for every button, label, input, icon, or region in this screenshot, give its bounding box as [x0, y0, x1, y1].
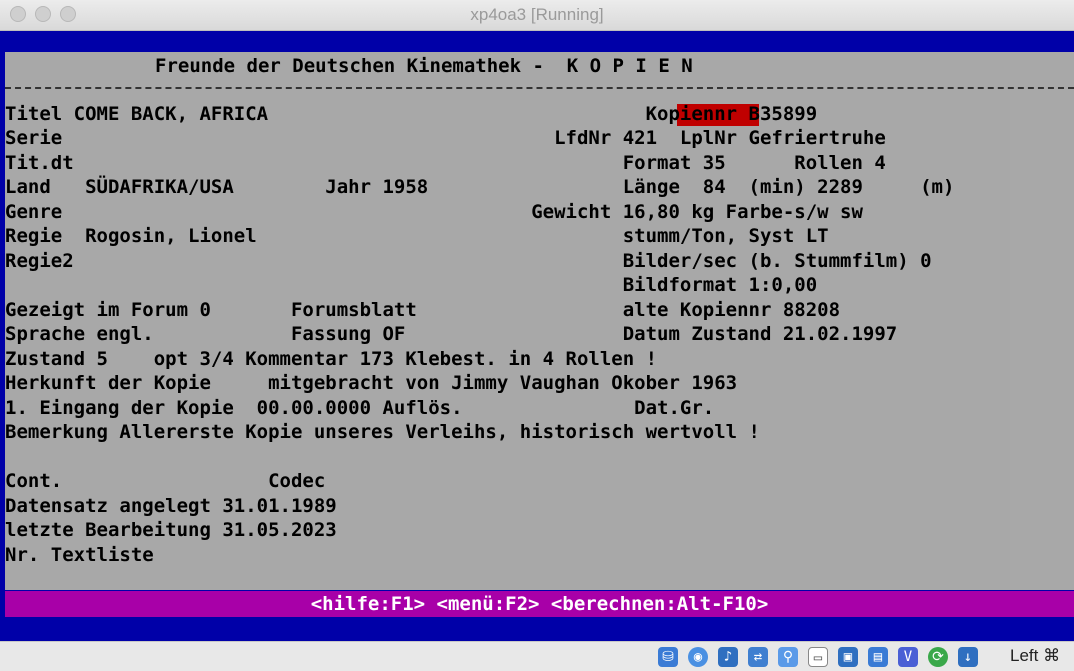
screen-line-bearbeitung: letzte Bearbeitung 31.05.2023 — [5, 519, 337, 541]
screen-line-sprache: Sprache engl. Fassung OF Datum Zustand 2… — [5, 323, 898, 345]
screen-line-regie2: Regie2 Bilder/sec (b. Stummfilm) 0 — [5, 250, 932, 272]
window-title: xp4oa3 [Running] — [470, 5, 604, 24]
keyboard-icon[interactable]: ↓ — [958, 647, 978, 667]
cpu-icon[interactable]: V — [898, 647, 918, 667]
window-title-bar: xp4oa3 [Running] — [0, 0, 1074, 31]
usb-icon[interactable]: ⚲ — [778, 647, 798, 667]
screen-line-land: Land SÜDAFRIKA/USA Jahr 1958 Länge 84 (m… — [5, 176, 955, 198]
screen-line-serie: Serie LfdNr 421 LplNr Gefriertruhe — [5, 127, 886, 149]
screen-line-regie: Regie Rogosin, Lionel stumm/Ton, Syst LT — [5, 225, 829, 247]
screen-line-textliste: Nr. Textliste — [5, 544, 154, 566]
host-key-label: Left ⌘ — [1010, 646, 1061, 665]
screen-line-eingang: 1. Eingang der Kopie 00.00.0000 Auflös. … — [5, 397, 715, 419]
screen-header: Freunde der Deutschen Kinemathek - K O P… — [155, 55, 693, 77]
screen-line-bemerkung: Bemerkung Allererste Kopie unseres Verle… — [5, 421, 760, 443]
hard-disk-icon[interactable]: ⛁ — [658, 647, 678, 667]
screen-bottom-border — [0, 617, 1074, 641]
video-capture-icon[interactable]: ▤ — [868, 647, 888, 667]
screen-line-titel: Titel COME BACK, AFRICA Kopiennr B35899 — [5, 103, 818, 125]
screen-line-genre: Genre Gewicht 16,80 kg Farbe-s/w sw — [5, 201, 863, 223]
screen-line-cont: Cont. Codec — [5, 470, 326, 492]
display-icon[interactable]: ▣ — [838, 647, 858, 667]
mouse-integration-icon[interactable]: ⟳ — [928, 647, 948, 667]
screen-line-bildformat: Bildformat 1:0,00 — [5, 274, 818, 296]
screen-line-angelegt: Datensatz angelegt 31.01.1989 — [5, 495, 337, 517]
shared-folders-icon[interactable]: ▭ — [808, 647, 828, 667]
audio-icon[interactable]: ♪ — [718, 647, 738, 667]
vm-status-bar: ⛁ ◉ ♪ ⇄ ⚲ ▭ ▣ ▤ V ⟳ ↓ Left ⌘ — [0, 641, 1074, 671]
header-divider — [5, 87, 1074, 89]
screen-line-gezeigt: Gezeigt im Forum 0 Forumsblatt alte Kopi… — [5, 299, 841, 321]
screen-top-border — [0, 31, 1074, 52]
dos-screen[interactable]: Freunde der Deutschen Kinemathek - K O P… — [5, 52, 1074, 590]
optical-drive-icon[interactable]: ◉ — [688, 647, 708, 667]
screen-line-herkunft: Herkunft der Kopie mitgebracht von Jimmy… — [5, 372, 738, 394]
network-icon[interactable]: ⇄ — [748, 647, 768, 667]
screen-line-zustand: Zustand 5 opt 3/4 Kommentar 173 Klebest.… — [5, 348, 658, 370]
function-key-help-bar[interactable]: <hilfe:F1> <menü:F2> <berechnen:Alt-F10> — [5, 591, 1074, 617]
screen-line-titdt: Tit.dt Format 35 Rollen 4 — [5, 152, 886, 174]
